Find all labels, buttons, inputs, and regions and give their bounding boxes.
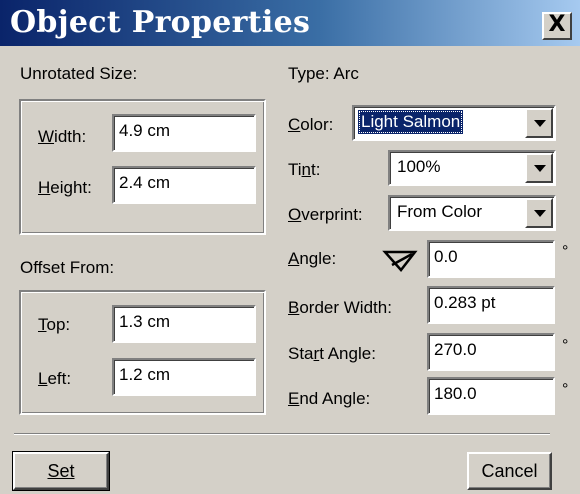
left-offset-field[interactable]: 1.2 cm	[112, 358, 256, 396]
cancel-button-label: Cancel	[481, 461, 538, 481]
tint-label-a: Ti	[288, 160, 302, 179]
height-field[interactable]: 2.4 cm	[112, 166, 256, 204]
start-angle-field[interactable]: 270.0	[427, 333, 555, 371]
angle-label: Angle:	[288, 249, 337, 268]
separator	[14, 433, 550, 435]
top-label-rest: op:	[46, 315, 71, 334]
object-properties-dialog: Object Properties X Unrotated Size: Widt…	[0, 0, 580, 494]
start-angle-degree-symbol: °	[562, 337, 569, 354]
left-label-rest: eft:	[47, 369, 72, 388]
start-angle-label: Start Angle:	[288, 344, 376, 363]
top-label: Top:	[38, 315, 71, 334]
close-icon: X	[548, 12, 566, 37]
close-button[interactable]: X	[542, 12, 572, 40]
end-angle-label-rest: nd Angle:	[299, 389, 371, 408]
color-label-rest: olor:	[300, 115, 334, 134]
cancel-button[interactable]: Cancel	[467, 452, 552, 490]
width-field[interactable]: 4.9 cm	[112, 114, 256, 152]
dialog-title: Object Properties	[10, 5, 311, 40]
title-bar[interactable]: Object Properties X	[0, 0, 580, 46]
width-label-rest: idth:	[54, 127, 87, 146]
end-angle-field[interactable]: 180.0	[427, 377, 555, 415]
height-label-rest: eight:	[50, 178, 92, 197]
object-type-text: Type: Arc	[288, 64, 359, 83]
angle-degree-symbol: °	[562, 243, 569, 260]
chevron-down-icon[interactable]	[525, 108, 553, 138]
offset-from-heading: Offset From:	[20, 258, 115, 277]
height-label: Height:	[38, 178, 92, 197]
tint-select[interactable]: 100%	[388, 150, 556, 186]
left-label: Left:	[38, 369, 72, 388]
chevron-down-icon[interactable]	[525, 198, 553, 228]
unrotated-size-heading: Unrotated Size:	[20, 64, 138, 83]
color-select-value: Light Salmon	[358, 110, 464, 134]
end-angle-degree-symbol: °	[562, 381, 569, 398]
tint-label-b: t:	[311, 160, 321, 179]
color-label: Color:	[288, 115, 334, 134]
start-angle-label-a: Sta	[288, 344, 314, 363]
overprint-select[interactable]: From Color	[388, 195, 556, 231]
angle-icon	[382, 250, 418, 272]
width-label: Width:	[38, 127, 87, 146]
start-angle-label-b: t Angle:	[319, 344, 376, 363]
border-width-label: Border Width:	[288, 298, 392, 317]
border-width-field[interactable]: 0.283 pt	[427, 286, 555, 324]
angle-label-rest: ngle:	[299, 249, 337, 268]
overprint-label-rest: verprint:	[301, 205, 363, 224]
overprint-label: Overprint:	[288, 205, 363, 224]
top-offset-field[interactable]: 1.3 cm	[112, 305, 256, 343]
tint-label: Tint:	[288, 160, 321, 179]
overprint-select-value: From Color	[397, 202, 483, 221]
end-angle-label: End Angle:	[288, 389, 371, 408]
border-width-label-rest: order Width:	[299, 298, 392, 317]
angle-field[interactable]: 0.0	[427, 240, 555, 278]
chevron-down-icon[interactable]	[525, 153, 553, 183]
color-select[interactable]: Light Salmon	[352, 105, 556, 141]
set-button[interactable]: Set	[12, 451, 110, 491]
set-button-label: Set	[47, 461, 75, 481]
tint-select-value: 100%	[397, 157, 441, 176]
